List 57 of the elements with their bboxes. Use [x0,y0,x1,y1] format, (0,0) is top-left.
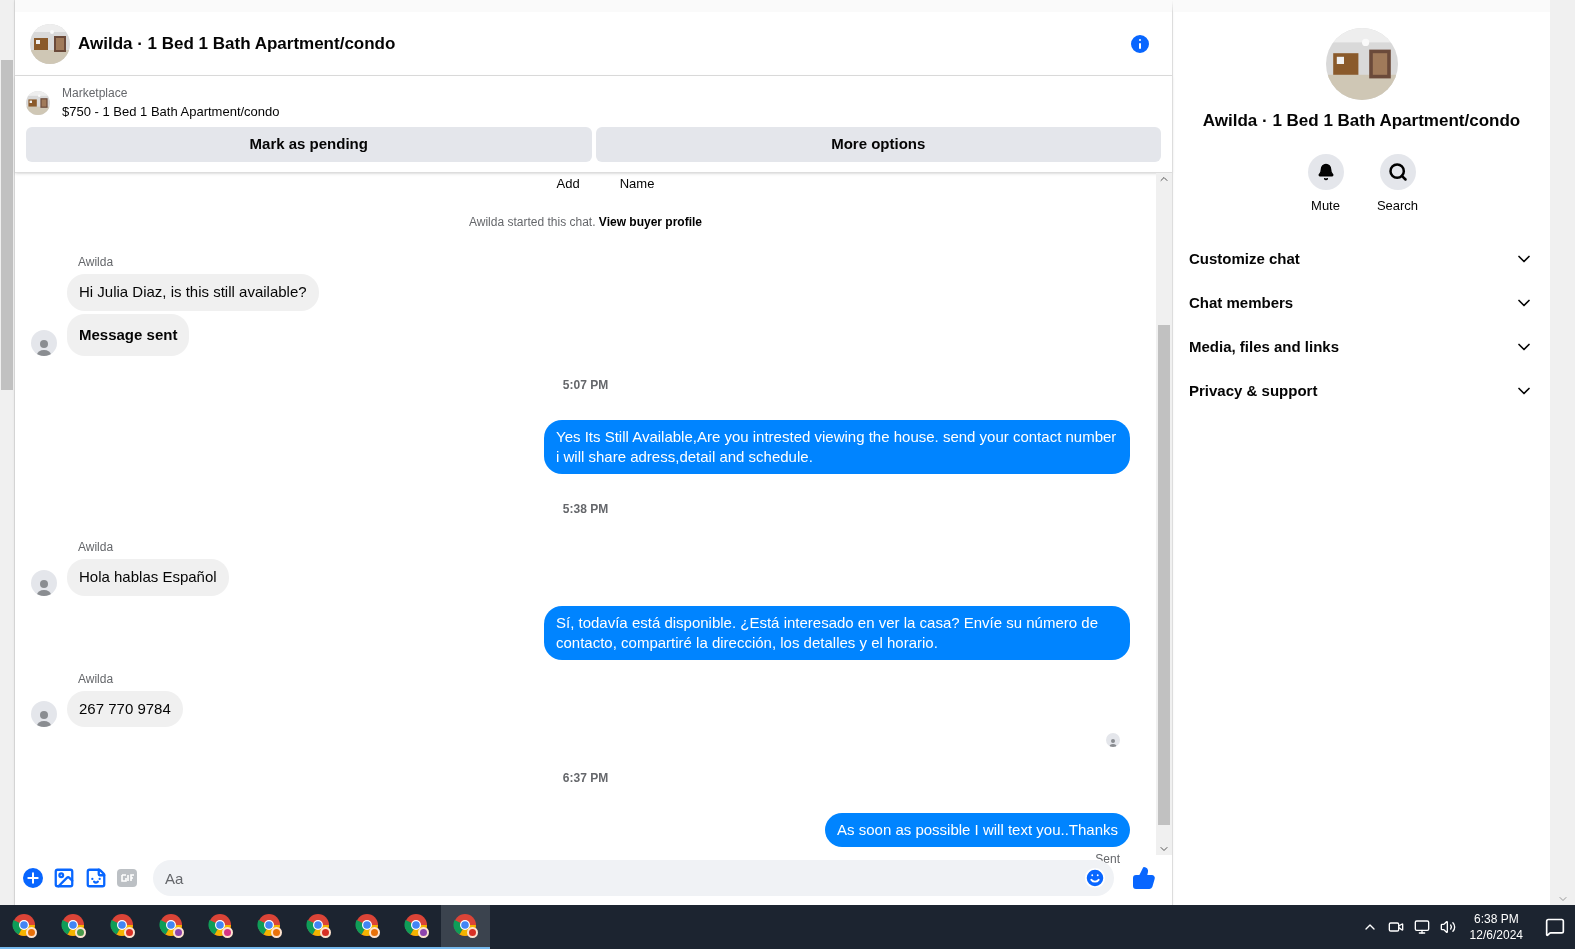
like-icon[interactable] [1132,866,1156,890]
listing-button[interactable]: Mark as pending [26,126,592,162]
avatar-icon [31,569,57,596]
message-bubble: Hi Julia Diaz, is this still available? [67,274,319,311]
message-bubble: As soon as possible I will text you..Thanks [825,813,1130,847]
browser-icon [207,913,234,939]
message-bubble: Message sent [67,313,190,356]
cut-label: Name [619,174,655,193]
browser-icon [158,913,185,939]
chat-title: Awilda · 1 Bed 1 Bath Apartment/condo [78,32,396,55]
scrollbar-thumb[interactable] [1158,324,1170,825]
image-icon[interactable] [53,867,75,889]
listing-title[interactable]: $750 - 1 Bed 1 Bath Apartment/condo [62,102,280,122]
sender-name: Awilda [78,254,115,271]
panel-title: Awilda · 1 Bed 1 Bath Apartment/condo [1202,110,1521,132]
browser-icon [60,913,87,939]
listing-button[interactable]: More options [595,126,1161,162]
panel-section[interactable]: Privacy & support [1181,369,1542,413]
browser-icon [109,913,136,939]
buyer-profile-link[interactable]: View buyer profile [598,215,702,229]
search-button[interactable]: Search [1372,153,1423,215]
sender-name: Awilda [78,670,115,688]
listing-source: Marketplace [62,85,129,102]
message-bubble: Sí, todavía está disponible. ¿Está interesado en ver la casa? Envíe su número de contacto, compartiré la dirección, los detalles y el horario. [544,605,1130,660]
panel-section[interactable]: Chat members [1181,281,1542,325]
camera-icon[interactable] [1387,919,1404,935]
notifications-icon[interactable] [1545,917,1565,937]
search-icon [1387,161,1408,182]
timestamp: 5:07 PM [562,377,609,394]
clock-date[interactable]: 12/6/2024 [1469,927,1523,943]
sender-name: Awilda [78,539,115,556]
message-bubble: Hola hablas Español [67,559,229,596]
avatar-icon [31,330,57,356]
mute-button[interactable]: Mute [1300,153,1351,215]
add-icon[interactable] [23,868,43,888]
seen-avatar-icon [1106,733,1120,747]
browser-icon [354,913,381,939]
sticker-icon[interactable] [85,867,107,889]
browser-icon [256,913,283,939]
browser-icon [452,913,479,939]
message-bubble: Yes Its Still Available,Are you intrested viewing the house. send your contact number i will share adress,detail and schedule. [544,420,1130,474]
scrollbar-thumb[interactable] [1,60,13,390]
chat-notice: Awilda started this chat. View buyer profile [469,214,702,231]
browser-icon [403,913,430,939]
cut-label: Add [556,174,580,193]
emoji-icon[interactable] [1084,867,1106,889]
message-bubble: 267 770 9784 [67,690,183,727]
clock-time[interactable]: 6:38 PM [1473,911,1519,927]
panel-section[interactable]: Media, files and links [1181,325,1542,369]
panel-section[interactable]: Customize chat [1181,237,1542,281]
avatar-icon [31,701,57,727]
taskbar-app[interactable] [441,905,490,949]
bell-icon [1316,162,1335,181]
timestamp: 5:38 PM [562,501,609,518]
volume-icon[interactable] [1439,919,1456,935]
timestamp: 6:37 PM [562,770,609,787]
network-icon[interactable] [1413,919,1430,935]
